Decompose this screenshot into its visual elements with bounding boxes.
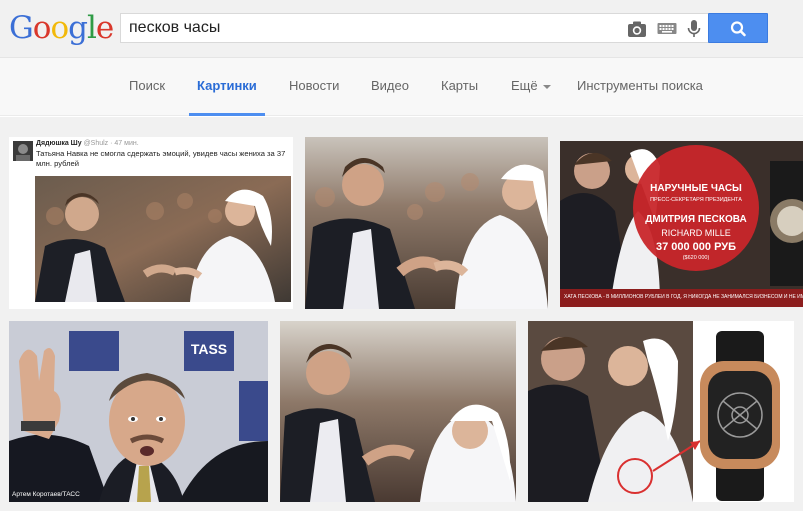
tab-news[interactable]: Новости xyxy=(289,78,339,93)
chevron-down-icon xyxy=(542,84,551,89)
wedding-photo xyxy=(35,176,291,302)
tweet-handle: @Shulz · 47 мин. xyxy=(83,140,139,147)
google-images-page: Google песков часы Поиск Картинки Новост… xyxy=(0,0,803,511)
google-logo[interactable]: Google xyxy=(9,8,114,48)
ad-brand: RICHARD MILLE xyxy=(661,228,731,238)
tab-images[interactable]: Картинки xyxy=(197,78,257,93)
search-button[interactable] xyxy=(708,13,768,43)
image-result-tass-portrait[interactable]: TASS Артем Коротаев/ТАСС xyxy=(9,321,268,502)
image-result-tweet[interactable]: Дядюшка Шу @Shulz · 47 мин. Татьяна Навк… xyxy=(9,137,293,309)
image-results: Дядюшка Шу @Shulz · 47 мин. Татьяна Навк… xyxy=(0,117,803,511)
ad-price: 37 000 000 РУБ xyxy=(655,241,737,253)
tweet-text: Татьяна Навка не смогла сдержать эмоций,… xyxy=(36,149,286,168)
tweet-author: Дядюшка Шу @Shulz · 47 мин. xyxy=(36,140,139,147)
tab-more[interactable]: Ещё xyxy=(511,78,551,93)
logo-letter: o xyxy=(32,10,52,46)
photo-credit: Артем Коротаев/ТАСС xyxy=(12,491,80,498)
image-result-watch-ad[interactable]: НАРУЧНЫЕ ЧАСЫ ПРЕСС-СЕКРЕТАРЯ ПРЕЗИДЕНТА… xyxy=(560,141,803,307)
image-result-wedding-1[interactable] xyxy=(305,137,548,309)
search-tabs: Поиск Картинки Новости Видео Карты Ещё И… xyxy=(0,58,803,116)
tass-backdrop: TASS xyxy=(190,341,228,357)
logo-letter: g xyxy=(68,10,88,46)
tab-video[interactable]: Видео xyxy=(371,78,409,93)
search-input[interactable] xyxy=(129,14,609,42)
search-box xyxy=(120,13,710,43)
logo-letter: l xyxy=(86,10,97,46)
avatar xyxy=(13,141,33,161)
ad-usd: ($620 000) xyxy=(682,255,710,261)
kiss-photo-with-watch xyxy=(528,321,794,502)
wedding-photo xyxy=(305,137,548,309)
keyboard-icon[interactable] xyxy=(657,20,677,40)
tab-maps[interactable]: Карты xyxy=(441,78,478,93)
active-tab-underline xyxy=(189,113,265,116)
ad-ticker: ХАТА ПЕСКОВА - В МИЛЛИОНОВ РУБЛЕЙ В ГОД.… xyxy=(564,294,803,300)
tab-more-label: Ещё xyxy=(511,78,538,93)
tweet-name: Дядюшка Шу xyxy=(36,140,82,147)
tab-search[interactable]: Поиск xyxy=(129,78,165,93)
ad-subtitle: ПРЕСС-СЕКРЕТАРЯ ПРЕЗИДЕНТА xyxy=(650,197,742,203)
ad-owner: ДМИТРИЯ ПЕСКОВА xyxy=(645,214,747,225)
logo-letter: o xyxy=(50,10,69,46)
microphone-icon[interactable] xyxy=(684,19,704,39)
logo-letter: e xyxy=(95,10,114,46)
ad-title: НАРУЧНЫЕ ЧАСЫ xyxy=(650,183,742,194)
camera-icon[interactable] xyxy=(627,19,647,39)
image-result-kiss-watch[interactable] xyxy=(528,321,794,502)
search-icon xyxy=(730,21,746,37)
tab-search-tools[interactable]: Инструменты поиска xyxy=(577,78,703,93)
header: Google xyxy=(0,0,803,58)
image-result-wedding-2[interactable] xyxy=(280,321,516,502)
wedding-photo xyxy=(280,321,516,502)
logo-letter: G xyxy=(9,10,34,46)
